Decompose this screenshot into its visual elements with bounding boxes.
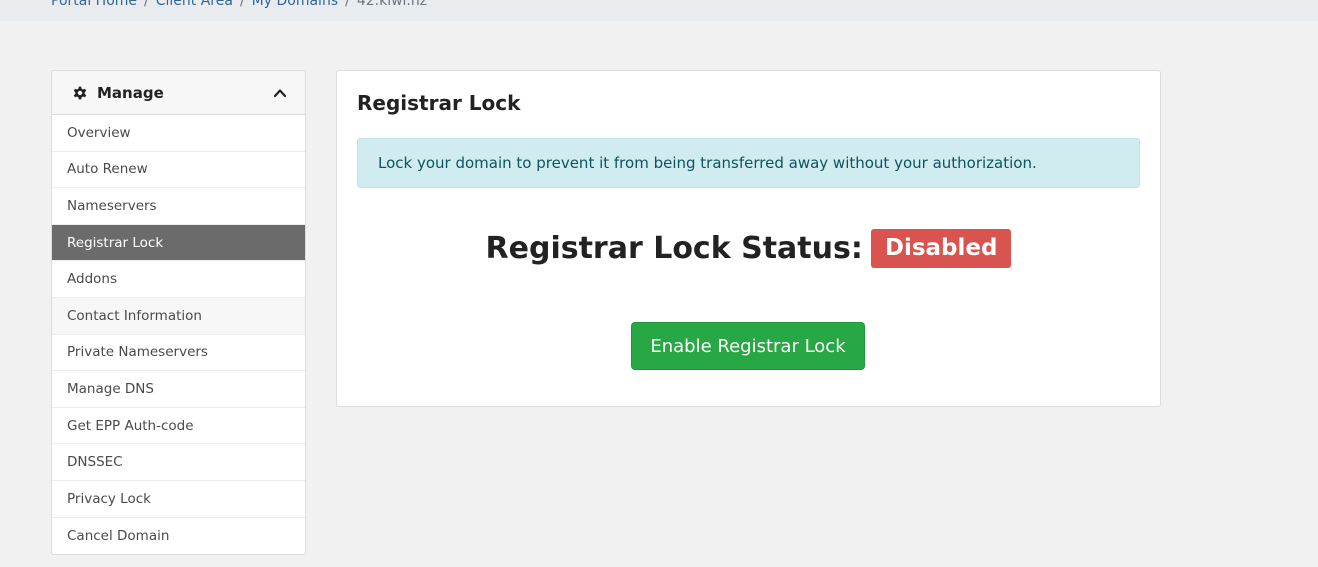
breadcrumb-link-portal-home[interactable]: Portal Home — [51, 0, 137, 9]
info-alert: Lock your domain to prevent it from bein… — [357, 138, 1140, 188]
sidebar-item-cancel-domain[interactable]: Cancel Domain — [52, 518, 305, 555]
breadcrumb-current: 42.kiwi.nz — [356, 0, 428, 9]
breadcrumb-link-my-domains[interactable]: My Domains — [252, 0, 338, 9]
sidebar-item-privacy-lock[interactable]: Privacy Lock — [52, 481, 305, 518]
sidebar-item-overview[interactable]: Overview — [52, 115, 305, 152]
registrar-lock-panel: Registrar Lock Lock your domain to preve… — [336, 70, 1161, 407]
sidebar-item-get-epp-auth-code[interactable]: Get EPP Auth-code — [52, 408, 305, 445]
sidebar-item-dnssec[interactable]: DNSSEC — [52, 444, 305, 481]
status-label: Registrar Lock Status: — [485, 231, 863, 266]
manage-sidebar: Manage Overview Auto Renew Nameservers R… — [51, 70, 306, 556]
panel-title: Registrar Lock — [357, 91, 521, 115]
enable-registrar-lock-button[interactable]: Enable Registrar Lock — [631, 322, 865, 370]
sidebar-item-contact-information[interactable]: Contact Information — [52, 297, 305, 335]
breadcrumb-separator: / — [345, 0, 350, 9]
breadcrumb-separator: / — [239, 0, 245, 9]
breadcrumb-bar: Portal Home / Client Area / My Domains / 42.ki… — [0, 0, 1318, 21]
sidebar-item-auto-renew[interactable]: Auto Renew — [52, 152, 305, 189]
gear-icon — [72, 85, 88, 101]
sidebar-header[interactable]: Manage — [52, 71, 305, 115]
breadcrumb-link-client-area[interactable]: Client Area — [156, 0, 233, 9]
status-badge: Disabled — [870, 229, 1012, 268]
breadcrumb: Portal Home / Client Area / My Domains / 42.ki… — [51, 0, 427, 9]
sidebar-item-private-nameservers[interactable]: Private Nameservers — [52, 335, 305, 372]
sidebar-title: Manage — [97, 83, 164, 102]
status-line: Registrar Lock Status: Disabled — [337, 229, 1160, 268]
breadcrumb-separator: / — [144, 0, 149, 9]
sidebar-item-nameservers[interactable]: Nameservers — [52, 188, 305, 225]
sidebar-item-addons[interactable]: Addons — [52, 261, 305, 298]
chevron-up-icon[interactable] — [273, 86, 287, 100]
sidebar-item-registrar-lock[interactable]: Registrar Lock — [52, 224, 305, 262]
sidebar-item-manage-dns[interactable]: Manage DNS — [52, 371, 305, 408]
